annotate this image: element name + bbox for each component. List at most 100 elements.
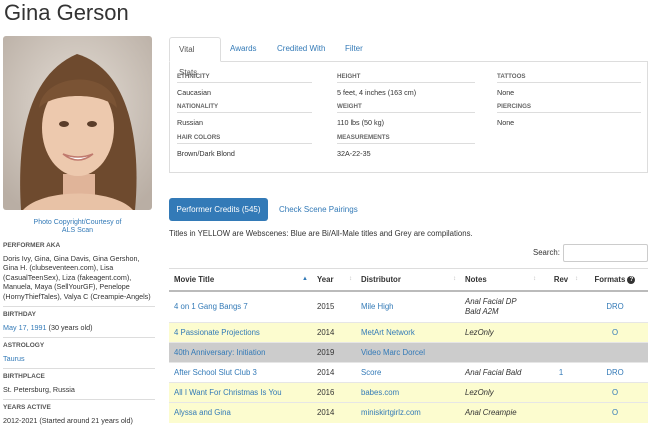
search-input[interactable]: [563, 244, 648, 262]
tab-credited-with[interactable]: Credited With: [268, 37, 334, 62]
stat-label: PIERCINGS: [497, 103, 641, 113]
sort-asc-icon: ▲: [302, 276, 308, 282]
years-active-label: YEARS ACTIVE: [3, 399, 155, 413]
cell-rev: [540, 290, 582, 323]
sort-icon: ↕: [533, 276, 536, 282]
tab-vital-stats[interactable]: Vital Stats: [169, 37, 221, 77]
stat-label: ETHNICITY: [177, 73, 312, 83]
distributor-link[interactable]: Video Marc Dorcel: [361, 348, 425, 357]
aka-label: PERFORMER AKA: [3, 242, 61, 249]
movie-title-link[interactable]: 40th Anniversary: Initiation: [174, 348, 265, 357]
tab-filter[interactable]: Filter: [336, 37, 372, 62]
formats-link[interactable]: DRO: [606, 368, 623, 377]
col-formats[interactable]: Formats ?: [582, 268, 648, 292]
birthday-value: May 17, 1991 (30 years old): [3, 323, 155, 333]
photo-credit[interactable]: Photo Copyright/Courtesy of ALS Scan: [3, 219, 152, 235]
table-row: 40th Anniversary: Initiation 2019 Video Ma…: [169, 342, 648, 363]
distributor-link[interactable]: babes.com: [361, 388, 399, 397]
distributor-link[interactable]: miniskirtgirlz.com: [361, 408, 421, 417]
review-link[interactable]: 1: [559, 368, 563, 377]
col-notes[interactable]: Notes ↕: [460, 268, 540, 292]
tab-awards[interactable]: Awards: [221, 37, 266, 62]
stat-height: HEIGHT 5 feet, 4 inches (163 cm): [337, 73, 475, 97]
cell-distributor: Score: [356, 362, 460, 383]
stat-tattoos: TATTOOS None: [497, 73, 641, 97]
movie-title-link[interactable]: After School Slut Club 3: [174, 368, 257, 377]
cell-rev: [540, 402, 582, 423]
cell-formats: [582, 342, 648, 363]
stat-nationality: NATIONALITY Russian: [177, 103, 312, 127]
notes-line: Anal Creampie: [465, 407, 517, 417]
cell-notes: Anal Facial DP Bald A2M: [460, 290, 540, 323]
table-row: All I Want For Christmas Is You 2016 babes…: [169, 382, 648, 403]
movie-title-link[interactable]: 4 Passionate Projections: [174, 328, 260, 337]
photo-credit-source: ALS Scan: [61, 227, 94, 234]
stat-value: Brown/Dark Blond: [177, 149, 235, 158]
col-label: Rev: [553, 274, 569, 284]
stat-value: Russian: [177, 118, 203, 127]
cell-notes: Anal Creampie: [460, 402, 540, 423]
table-row: 4 Passionate Projections 2014 MetArt Netwo…: [169, 322, 648, 343]
col-label: Formats: [594, 274, 626, 284]
cell-formats: DRO: [582, 290, 648, 323]
stat-label: HEIGHT: [337, 73, 475, 83]
stat-value: None: [497, 118, 515, 127]
stat-label: TATTOOS: [497, 73, 641, 83]
distributor-link[interactable]: MetArt Network: [361, 328, 415, 337]
stat-label: WEIGHT: [337, 103, 475, 113]
birthday-label: BIRTHDAY: [3, 306, 155, 320]
stat-ethnicity: ETHNICITY Caucasian: [177, 73, 312, 97]
astrology-link[interactable]: Taurus: [3, 354, 25, 363]
page-title: Gina Gerson: [4, 0, 129, 25]
check-scene-pairings-link[interactable]: Check Scene Pairings: [279, 198, 358, 221]
cell-year: 2015: [312, 290, 356, 323]
distributor-link[interactable]: Mile High: [361, 302, 394, 311]
stat-value: 110 lbs (50 kg): [337, 118, 385, 127]
formats-link[interactable]: O: [612, 408, 618, 417]
formats-link[interactable]: DRO: [606, 302, 623, 311]
stat-label: NATIONALITY: [177, 103, 312, 113]
col-label: Movie Title: [174, 274, 215, 284]
cell-title: All I Want For Christmas Is You: [169, 382, 312, 403]
cell-formats: O: [582, 382, 648, 403]
formats-link[interactable]: O: [612, 388, 618, 397]
cell-notes: Anal Facial Bald: [460, 362, 540, 383]
stat-value: None: [497, 88, 515, 97]
performer-credits-button[interactable]: Performer Credits (545): [169, 198, 268, 221]
birthday-age: (30 years old): [46, 322, 93, 332]
movie-title-link[interactable]: All I Want For Christmas Is You: [174, 388, 282, 397]
stat-value: 5 feet, 4 inches (163 cm): [337, 88, 417, 97]
distributor-link[interactable]: Score: [361, 368, 381, 377]
stat-value: 32A-22-35: [337, 149, 371, 158]
col-rev[interactable]: Rev ↕: [540, 268, 582, 292]
sort-icon: ↕: [349, 276, 352, 282]
cell-title: 4 on 1 Gang Bangs 7: [169, 290, 312, 323]
performer-info: PERFORMER AKA Doris Ivy, Gina, Gina Davi…: [3, 241, 155, 425]
stat-value: Caucasian: [177, 88, 211, 97]
cell-formats: O: [582, 402, 648, 423]
stat-piercings: PIERCINGS None: [497, 103, 641, 127]
birthday-date-link[interactable]: May 17, 1991: [3, 323, 47, 332]
movie-title-link[interactable]: Alyssa and Gina: [174, 408, 231, 417]
sort-icon: ↕: [575, 276, 578, 282]
stat-hair-colors: HAIR COLORS Brown/Dark Blond: [177, 134, 312, 158]
table-header-row: Movie Title ▲ Year ↕ Distributor ↕ Notes ↕ R…: [169, 268, 648, 292]
col-distributor[interactable]: Distributor ↕: [356, 268, 460, 292]
stat-label: HAIR COLORS: [177, 134, 312, 144]
photo-credit-line: Photo Copyright/Courtesy of: [33, 219, 122, 226]
col-movie-title[interactable]: Movie Title ▲: [169, 268, 312, 292]
years-active-value: 2012-2021 (Started around 21 years old): [3, 415, 133, 425]
formats-link[interactable]: O: [612, 328, 618, 337]
cell-rev: 1: [540, 362, 582, 383]
col-year[interactable]: Year ↕: [312, 268, 356, 292]
cell-title: After School Slut Club 3: [169, 362, 312, 383]
aka-value: Doris Ivy, Gina, Gina Davis, Gina Gersho…: [3, 253, 151, 301]
cell-distributor: Video Marc Dorcel: [356, 342, 460, 363]
cell-distributor: miniskirtgirlz.com: [356, 402, 460, 423]
question-icon[interactable]: ?: [627, 275, 636, 284]
cell-rev: [540, 322, 582, 343]
stat-label: MEASUREMENTS: [337, 134, 475, 144]
performer-photo: [3, 36, 152, 210]
movie-title-link[interactable]: 4 on 1 Gang Bangs 7: [174, 302, 248, 311]
astrology-value: Taurus: [3, 354, 155, 364]
